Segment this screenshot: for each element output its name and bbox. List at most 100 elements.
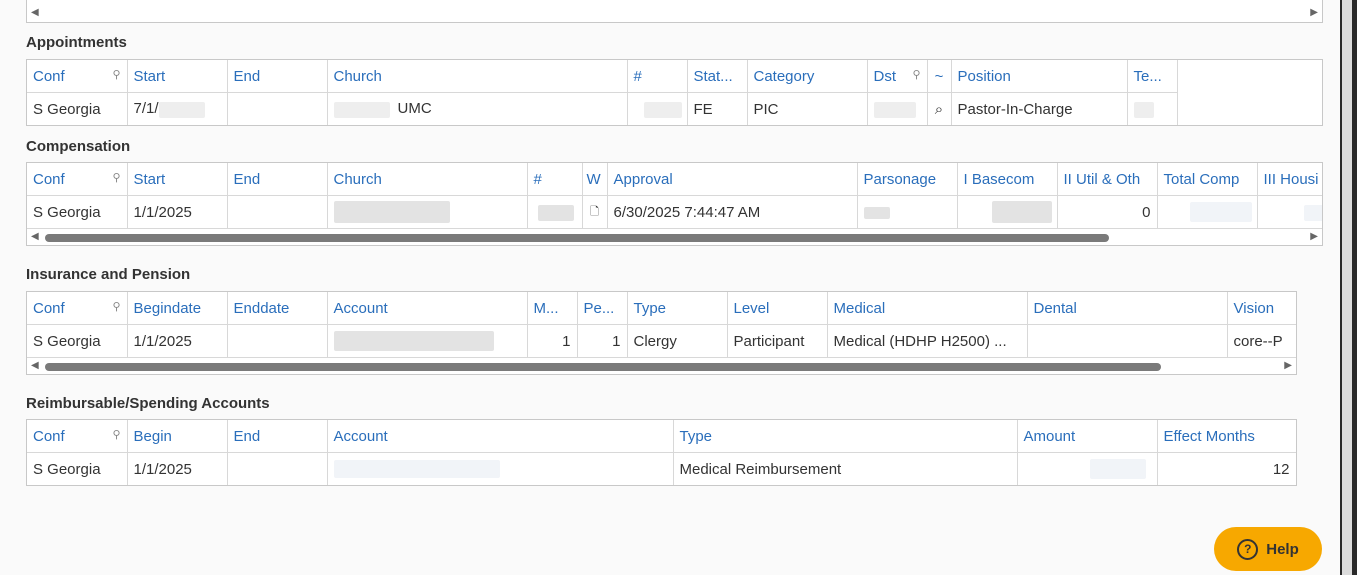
col-begin[interactable]: Begin <box>127 420 228 453</box>
compensation-scrollbar[interactable]: ◀ ▶ <box>27 228 1322 245</box>
cell-util-other: 0 <box>1057 195 1158 228</box>
col-level[interactable]: Level <box>727 292 828 325</box>
document-icon[interactable]: 🗋 <box>582 195 608 228</box>
scroll-left-icon[interactable]: ◀ <box>31 360 39 371</box>
cell-account <box>327 452 674 485</box>
col-account[interactable]: Account <box>327 420 674 453</box>
window-edge <box>1340 0 1357 575</box>
insurance-title: Insurance and Pension <box>26 266 191 283</box>
cell-vision: core--P <box>1227 324 1296 357</box>
col-dental[interactable]: Dental <box>1027 292 1228 325</box>
cell-conf: S Georgia <box>27 92 128 125</box>
col-util-other[interactable]: II Util & Oth <box>1057 163 1158 196</box>
cell-end <box>227 452 328 485</box>
cell-type: Medical Reimbursement <box>673 452 1018 485</box>
scrollbar-thumb[interactable] <box>45 363 1161 371</box>
pin-icon[interactable]: ⚲ <box>112 68 120 81</box>
col-housing[interactable]: III Housi <box>1257 163 1322 196</box>
col-conf[interactable]: Conf ⚲ <box>27 420 128 453</box>
cell-number <box>627 92 688 125</box>
compensation-title: Compensation <box>26 138 131 155</box>
insurance-grid: Conf ⚲ Begindate Enddate Account M... Pe.… <box>26 291 1297 375</box>
cell-conf: S Georgia <box>27 452 128 485</box>
magnifier-icon[interactable]: ⌕ <box>927 92 952 125</box>
col-conf[interactable]: Conf ⚲ <box>27 163 128 196</box>
col-pe[interactable]: Pe... <box>577 292 628 325</box>
cell-conf: S Georgia <box>27 324 128 357</box>
scroll-right-icon[interactable]: ▶ <box>1284 360 1292 371</box>
pin-icon[interactable]: ⚲ <box>112 300 120 313</box>
col-amount[interactable]: Amount <box>1017 420 1158 453</box>
col-status[interactable]: Stat... <box>687 60 748 93</box>
col-number[interactable]: # <box>527 163 583 196</box>
scroll-left-icon[interactable]: ◀ <box>31 7 39 18</box>
col-end[interactable]: End <box>227 420 328 453</box>
pin-icon[interactable]: ⚲ <box>112 428 120 441</box>
col-church[interactable]: Church <box>327 163 528 196</box>
pin-icon[interactable]: ⚲ <box>112 171 120 184</box>
col-type[interactable]: Type <box>673 420 1018 453</box>
col-number[interactable]: # <box>627 60 688 93</box>
vertical-scrollbar[interactable] <box>1342 0 1352 575</box>
col-effect-months[interactable]: Effect Months <box>1157 420 1296 453</box>
col-approval[interactable]: Approval <box>607 163 858 196</box>
col-basecom[interactable]: I Basecom <box>957 163 1058 196</box>
cell-position: Pastor-In-Charge <box>951 92 1128 125</box>
col-w[interactable]: W <box>582 163 608 196</box>
col-te[interactable]: Te... <box>1127 60 1178 93</box>
appointments-title: Appointments <box>26 34 127 51</box>
col-start[interactable]: Start <box>127 60 228 93</box>
col-start[interactable]: Start <box>127 163 228 196</box>
cell-begindate: 1/1/2025 <box>127 324 228 357</box>
col-tilde[interactable]: ~ <box>927 60 952 93</box>
cell-status: FE <box>687 92 748 125</box>
cell-total-comp <box>1157 195 1258 228</box>
scrollbar-thumb[interactable] <box>45 234 1109 242</box>
table-row[interactable]: S Georgia 1/1/2025 Medical Reimbursement… <box>27 452 1296 485</box>
col-total-comp[interactable]: Total Comp <box>1157 163 1258 196</box>
col-begindate[interactable]: Begindate <box>127 292 228 325</box>
cell-approval: 6/30/2025 7:44:47 AM <box>607 195 858 228</box>
col-vision[interactable]: Vision <box>1227 292 1296 325</box>
help-label: Help <box>1266 540 1299 558</box>
cell-start: 7/1/ <box>127 92 228 125</box>
col-position[interactable]: Position <box>951 60 1128 93</box>
col-enddate[interactable]: Enddate <box>227 292 328 325</box>
pin-icon[interactable]: ⚲ <box>912 68 920 81</box>
scroll-right-icon[interactable]: ▶ <box>1310 7 1318 18</box>
cell-housing <box>1257 195 1322 228</box>
insurance-scrollbar[interactable]: ◀ ▶ <box>27 357 1296 374</box>
col-m[interactable]: M... <box>527 292 578 325</box>
cell-number <box>527 195 583 228</box>
compensation-header-row: Conf ⚲ Start End Church # W Approval Pars… <box>27 163 1322 196</box>
previous-grid-scrollbar[interactable]: ◀ ▶ <box>26 0 1323 23</box>
col-church[interactable]: Church <box>327 60 628 93</box>
col-conf[interactable]: Conf ⚲ <box>27 292 128 325</box>
col-category[interactable]: Category <box>747 60 868 93</box>
table-row[interactable]: S Georgia 1/1/2025 1 1 Clergy Participan… <box>27 324 1296 357</box>
col-account[interactable]: Account <box>327 292 528 325</box>
scroll-right-icon[interactable]: ▶ <box>1310 231 1318 242</box>
cell-pe: 1 <box>577 324 628 357</box>
cell-end <box>227 195 328 228</box>
reimbursable-header-row: Conf ⚲ Begin End Account Type Amount Effe… <box>27 420 1296 453</box>
cell-category: PIC <box>747 92 868 125</box>
compensation-grid: Conf ⚲ Start End Church # W Approval Pars… <box>26 162 1323 246</box>
col-type[interactable]: Type <box>627 292 728 325</box>
cell-conf: S Georgia <box>27 195 128 228</box>
col-end[interactable]: End <box>227 60 328 93</box>
cell-end <box>227 92 328 125</box>
col-medical[interactable]: Medical <box>827 292 1028 325</box>
col-conf[interactable]: Conf ⚲ <box>27 60 128 93</box>
reimbursable-title: Reimbursable/Spending Accounts <box>26 395 270 412</box>
table-row[interactable]: S Georgia 1/1/2025 🗋 6/30/2025 7:44:47 A… <box>27 195 1322 228</box>
scroll-left-icon[interactable]: ◀ <box>31 231 39 242</box>
insurance-header-row: Conf ⚲ Begindate Enddate Account M... Pe.… <box>27 292 1296 325</box>
cell-dental <box>1027 324 1228 357</box>
col-dst[interactable]: Dst ⚲ <box>867 60 928 93</box>
cell-begin: 1/1/2025 <box>127 452 228 485</box>
col-end[interactable]: End <box>227 163 328 196</box>
table-row[interactable]: S Georgia 7/1/ UMC FE PIC ⌕ Pastor-In-Ch… <box>27 92 1178 125</box>
help-button[interactable]: ? Help <box>1214 527 1322 571</box>
col-parsonage[interactable]: Parsonage <box>857 163 958 196</box>
